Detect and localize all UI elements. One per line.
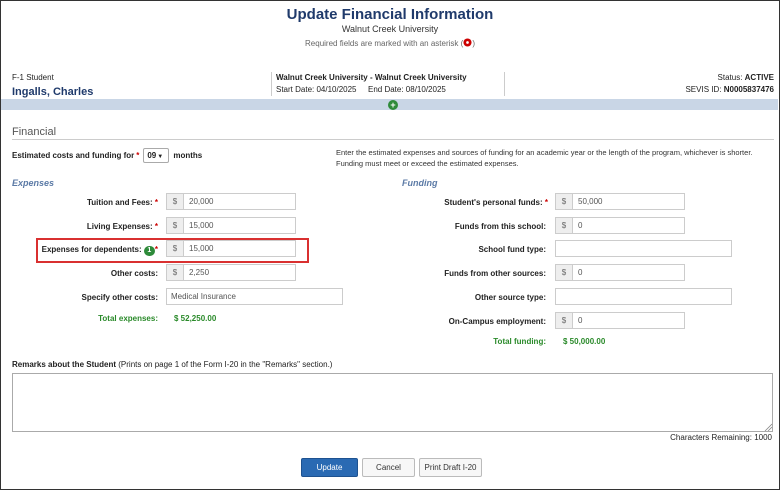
resize-handle-icon[interactable] <box>764 423 772 431</box>
start-date: Start Date: 04/10/2025 <box>276 85 357 94</box>
total-funding-value: $ 50,000.00 <box>563 337 606 346</box>
on-campus-employment-input[interactable]: $0 <box>555 312 685 329</box>
school-funds-input[interactable]: $0 <box>555 217 685 234</box>
total-funding-label: Total funding: <box>493 337 546 346</box>
page-title: Update Financial Information <box>286 6 494 23</box>
expenses-heading: Expenses <box>12 178 55 188</box>
end-date: End Date: 08/10/2025 <box>368 85 446 94</box>
other-funds-input[interactable]: $0 <box>555 264 685 281</box>
other-funds-label: Funds from other sources: <box>444 269 546 278</box>
sevis-id: SEVIS ID: N0005837476 <box>685 85 774 94</box>
funding-description: Enter the estimated expenses and sources… <box>336 148 753 168</box>
living-expenses-label: Living Expenses: * <box>86 222 158 231</box>
remarks-textarea[interactable] <box>12 373 773 432</box>
student-name: Ingalls, Charles <box>12 86 94 98</box>
dependents-label: Expenses for dependents: 1 * <box>41 245 158 256</box>
section-title-financial: Financial <box>12 126 57 138</box>
other-costs-input[interactable]: $2,250 <box>166 264 296 281</box>
student-type: F-1 Student <box>12 73 54 82</box>
specify-other-costs-label: Specify other costs: <box>81 293 158 302</box>
total-expenses-label: Total expenses: <box>98 314 158 323</box>
specify-other-costs-input[interactable]: Medical Insurance <box>166 288 343 305</box>
divider <box>271 72 272 96</box>
program-name: Walnut Creek University - Walnut Creek U… <box>276 73 467 82</box>
dependents-count-badge: 1 <box>143 246 155 256</box>
dependents-input[interactable]: $15,000 <box>166 240 296 257</box>
months-select[interactable]: 09▼ <box>143 148 170 163</box>
divider <box>504 72 505 96</box>
on-campus-employment-label: On-Campus employment: <box>448 317 546 326</box>
other-costs-label: Other costs: <box>110 269 158 278</box>
period-row: Estimated costs and funding for * 09▼ mo… <box>12 148 202 163</box>
school-fund-type-input[interactable] <box>555 240 732 257</box>
required-fields-note: Required fields are marked with an aster… <box>305 38 475 48</box>
student-status: Status: ACTIVE <box>717 73 774 82</box>
remarks-label: Remarks about the Student (Prints on pag… <box>12 360 333 369</box>
funding-heading: Funding <box>402 178 438 188</box>
print-draft-button[interactable]: Print Draft I-20 <box>419 458 482 477</box>
other-source-type-input[interactable] <box>555 288 732 305</box>
tuition-label: Tuition and Fees: * <box>87 198 158 207</box>
section-divider <box>12 139 774 140</box>
expand-plus-icon[interactable]: + <box>388 100 398 110</box>
required-asterisk-icon <box>463 38 472 47</box>
school-funds-label: Funds from this school: <box>454 222 546 231</box>
living-expenses-input[interactable]: $15,000 <box>166 217 296 234</box>
characters-remaining: Characters Remaining: 1000 <box>670 433 772 442</box>
cancel-button[interactable]: Cancel <box>362 458 415 477</box>
tuition-input[interactable]: $20,000 <box>166 193 296 210</box>
update-button[interactable]: Update <box>301 458 358 477</box>
school-name: Walnut Creek University <box>341 24 439 34</box>
other-source-type-label: Other source type: <box>474 293 546 302</box>
personal-funds-label: Student's personal funds: * <box>444 198 548 207</box>
school-fund-type-label: School fund type: <box>478 245 546 254</box>
total-expenses-value: $ 52,250.00 <box>174 314 217 323</box>
chevron-down-icon: ▼ <box>157 154 164 160</box>
personal-funds-input[interactable]: $50,000 <box>555 193 685 210</box>
